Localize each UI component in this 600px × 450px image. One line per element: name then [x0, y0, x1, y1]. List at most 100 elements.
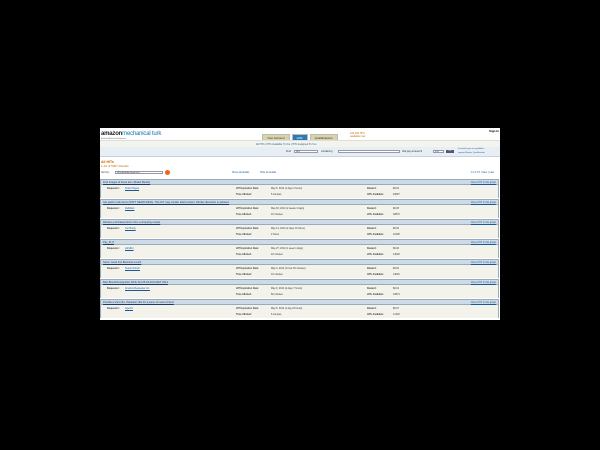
requester-link[interactable]: RelMaint	[125, 207, 134, 210]
view-hit-link[interactable]: View a HIT in this group	[471, 281, 496, 284]
time-value: 60 minutes	[271, 293, 283, 296]
view-hit-link[interactable]: View a HIT in this group	[471, 201, 496, 204]
time-value: 5 minutes	[271, 193, 282, 196]
view-hit-link[interactable]: View a HIT in this group	[471, 261, 496, 264]
hit-title-link[interactable]: Best Brand Recognition Work Set 05-03-20…	[103, 281, 168, 284]
requester-link[interactable]: pollyflint	[125, 247, 134, 250]
expiration-value: May 5, 2014 (1 days 2 hours)	[271, 186, 303, 190]
hit-group: Provide a short (8+ character) title for…	[100, 299, 499, 318]
available-label: HITs Available:	[367, 313, 384, 316]
sign-in-link[interactable]: Sign In	[489, 129, 499, 133]
reward-input[interactable]: 0.00	[433, 149, 444, 153]
requester-link[interactable]: Agentic	[125, 307, 133, 310]
hit-details: Requester: RelMaint HIT Expiration Date: Ma…	[101, 205, 498, 218]
master-checkbox[interactable]: require Master Qualification	[458, 152, 485, 154]
expiration-value: May 27, 2014 (1 week 4 days)	[271, 246, 304, 250]
search-bar: Find HITs containing that pay at least $…	[100, 147, 500, 157]
hit-title-link[interactable]: Pay_M_8	[103, 241, 114, 244]
requester-label: Requester:	[107, 186, 120, 190]
expiration-value: May 4, 2014 (1 hour 29 minutes)	[271, 266, 306, 270]
expiration-label: HIT Expiration Date:	[236, 246, 259, 250]
reward-label: Reward:	[367, 226, 377, 230]
available-label: HITs Available:	[367, 233, 384, 236]
show-all-details-link[interactable]: Show all details	[232, 171, 249, 174]
hits-available-link[interactable]: 444,494 HITs available now	[350, 132, 372, 138]
requester-link[interactable]: Amazon Requester Inc.	[125, 287, 150, 290]
expiration-label: HIT Expiration Date:	[236, 186, 259, 190]
qualified-checkbox[interactable]: for which you are qualified	[458, 148, 483, 150]
reward-value: $0.52	[393, 266, 399, 270]
time-label: Time Allotted:	[236, 193, 252, 196]
keyword-input[interactable]	[338, 149, 400, 153]
hit-group: Find Images of these item (Radio Bands) V…	[100, 179, 499, 198]
reward-label: Reward:	[367, 306, 377, 310]
requester-link[interactable]: Susan Dorsch	[125, 267, 140, 270]
view-hit-link[interactable]: View a HIT in this group	[471, 181, 496, 184]
available-label: HITs Available:	[367, 273, 384, 276]
reward-value: $0.07	[393, 306, 399, 310]
reward-label: that pay at least $	[402, 150, 422, 153]
hit-group: Pay_M_8 View a HIT in this group Requester…	[100, 239, 499, 258]
hide-all-details-link[interactable]: Hide all details	[260, 171, 276, 174]
hit-group: Best Brand Recognition Work Set 05-03-20…	[100, 279, 499, 298]
hit-title-link[interactable]: Retrieve purchased items from a shopping…	[103, 221, 160, 224]
available-label: HITs Available:	[367, 253, 384, 256]
reward-value: $0.01	[393, 286, 399, 290]
subnav-links[interactable]: All HITs | HITs Available To You | HITs …	[256, 143, 316, 146]
available-value: 17220	[393, 313, 400, 316]
view-hit-link[interactable]: View a HIT in this group	[471, 301, 496, 304]
hit-title-link[interactable]: Store: Good Fun Business Lunch	[103, 261, 141, 264]
time-label: Time Allotted:	[236, 273, 252, 276]
pagination[interactable]: 1 2 3 4 5 | Next | Last	[470, 171, 494, 174]
hit-title-link[interactable]: Provide a short (8+ character) title for…	[103, 301, 174, 304]
time-value: 6 minutes	[271, 313, 282, 316]
hit-title-link[interactable]: Get paid to rate items (SOFT SEARCHING).…	[103, 201, 229, 204]
reward-label: Reward:	[367, 206, 377, 210]
reward-value: $0.00	[393, 246, 399, 250]
sort-go-button[interactable]	[165, 170, 170, 175]
expiration-value: May 18, 2014 (2 weeks 3 days)	[271, 206, 305, 210]
expiration-label: HIT Expiration Date:	[236, 206, 259, 210]
reward-label: Reward:	[367, 246, 377, 250]
find-label: Find	[286, 150, 291, 153]
time-value: 10 minutes	[271, 273, 283, 276]
time-value: 10 minutes	[271, 213, 283, 216]
requester-link[interactable]: Kristin Hayes	[125, 187, 139, 190]
requester-label: Requester:	[107, 266, 120, 270]
expiration-label: HIT Expiration Date:	[236, 286, 259, 290]
hit-details: Requester: Agentic HIT Expiration Date: May…	[101, 305, 498, 318]
hit-title-link[interactable]: Find Images of these item (Radio Bands)	[103, 181, 150, 184]
expiration-value: May 9, 2014 (4 days 7 hours)	[271, 286, 303, 290]
reward-value: $0.05	[393, 206, 399, 210]
hit-details: Requester: pollyflint HIT Expiration Date:…	[101, 245, 498, 258]
search-go-button[interactable]: GO	[446, 149, 454, 153]
time-value: 40 minutes	[271, 253, 283, 256]
amazon-mturk-logo[interactable]: amazonmechanical turk	[101, 131, 161, 137]
time-label: Time Allotted:	[236, 233, 252, 236]
time-label: Time Allotted:	[236, 253, 252, 256]
requester-label: Requester:	[107, 226, 120, 230]
mturk-page: Sign In amazonmechanical turk Artificial…	[100, 128, 500, 320]
time-label: Time Allotted:	[236, 313, 252, 316]
time-value: 2 hours	[271, 233, 279, 236]
view-hit-link[interactable]: View a HIT in this group	[471, 221, 496, 224]
requester-link[interactable]: Jon Brelig	[125, 227, 136, 230]
expiration-label: HIT Expiration Date:	[236, 226, 259, 230]
view-hit-link[interactable]: View a HIT in this group	[471, 241, 496, 244]
reward-value: $0.02	[393, 186, 399, 190]
expiration-label: HIT Expiration Date:	[236, 266, 259, 270]
find-select[interactable]: HITs	[294, 149, 318, 153]
expiration-label: HIT Expiration Date:	[236, 306, 259, 310]
time-label: Time Allotted:	[236, 293, 252, 296]
hit-details: Requester: Susan Dorsch HIT Expiration Dat…	[101, 265, 498, 278]
sort-select[interactable]: HITs Available (most first)	[115, 170, 163, 174]
available-label: HITs Available:	[367, 293, 384, 296]
requester-label: Requester:	[107, 286, 120, 290]
hit-details: Requester: Amazon Requester Inc. HIT Expir…	[101, 285, 498, 298]
hit-group: Get paid to rate items (SOFT SEARCHING).…	[100, 199, 499, 218]
expiration-value: May 14, 2014 (2 days 10 hours)	[271, 226, 305, 230]
sort-label: Sort by:	[101, 171, 110, 174]
available-value: 10195	[393, 233, 400, 236]
requester-label: Requester:	[107, 246, 120, 250]
expiration-value: May 5, 2014 (1 day 22 hours)	[271, 306, 303, 310]
